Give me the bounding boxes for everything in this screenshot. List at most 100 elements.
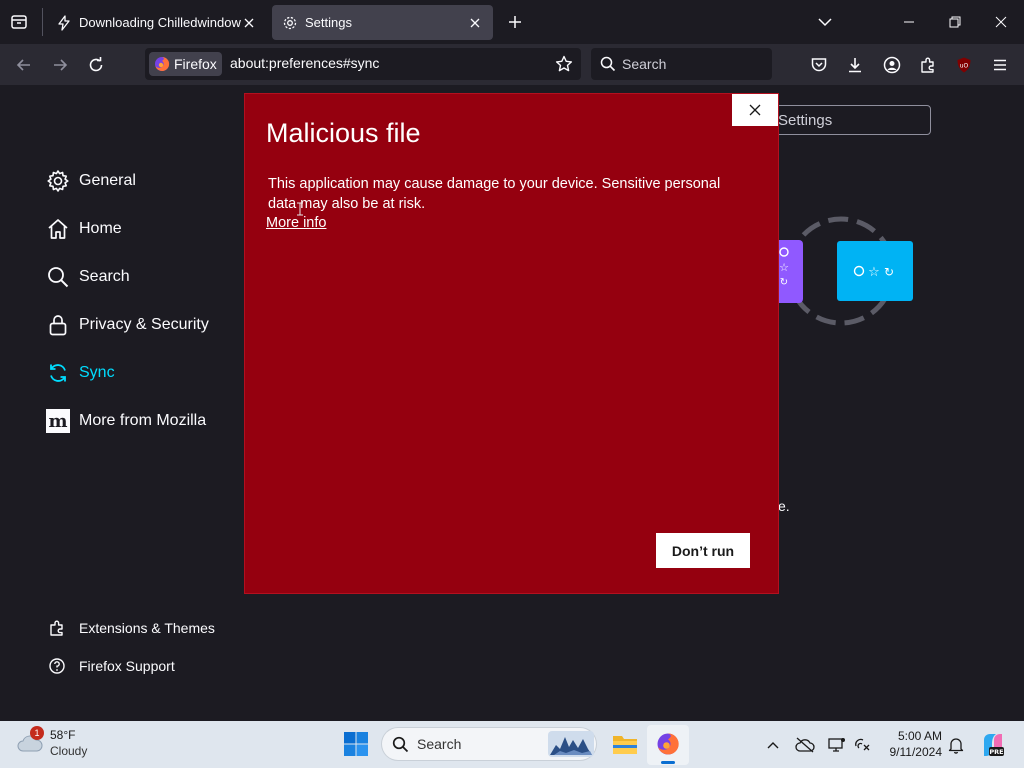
extensions-icon[interactable] — [915, 52, 941, 78]
forward-button[interactable] — [47, 52, 73, 78]
gear-icon — [282, 15, 298, 31]
tab-title: Downloading Chilledwindows.e — [79, 15, 241, 30]
identity-label: Firefox — [174, 56, 217, 72]
firefox-view-icon[interactable] — [8, 11, 32, 33]
svg-text:PRE: PRE — [989, 748, 1003, 756]
chevron-up-icon[interactable] — [763, 735, 783, 755]
copilot-icon[interactable]: PRE — [980, 732, 1006, 758]
tab-download[interactable]: Downloading Chilledwindows.e — [46, 5, 267, 40]
onedrive-offline-icon[interactable] — [795, 735, 815, 755]
find-placeholder: Settings — [778, 112, 833, 129]
search-bar[interactable]: Search — [591, 48, 772, 80]
firefox-taskbar-button[interactable] — [647, 725, 689, 765]
window-close-button[interactable] — [978, 0, 1024, 44]
svg-text:↻: ↻ — [884, 265, 894, 279]
malicious-file-dialog: Malicious file This application may caus… — [245, 94, 778, 593]
footer-link-label: Firefox Support — [79, 658, 175, 674]
restore-button[interactable] — [932, 0, 978, 44]
sync-illustration: ☆ ↻ ☆ ↻ — [775, 215, 915, 330]
svg-text:uO: uO — [960, 63, 969, 70]
search-icon — [392, 736, 409, 753]
footer-firefox-support[interactable]: Firefox Support — [47, 656, 175, 676]
weather-badge: 1 — [30, 726, 44, 740]
more-info-link[interactable]: More info — [266, 215, 326, 231]
search-icon — [600, 56, 616, 72]
firefox-logo-icon — [154, 56, 170, 72]
close-icon[interactable] — [467, 15, 483, 31]
display-icon[interactable] — [827, 735, 847, 755]
category-home[interactable]: Home — [45, 216, 122, 242]
footer-extensions-themes[interactable]: Extensions & Themes — [47, 618, 215, 638]
category-label: Search — [79, 268, 130, 285]
new-tab-icon[interactable] — [503, 11, 527, 33]
back-button[interactable] — [11, 52, 37, 78]
category-label: More from Mozilla — [79, 412, 207, 429]
windows-start-icon[interactable] — [343, 731, 369, 757]
category-label: Sync — [79, 364, 115, 381]
weather-widget[interactable]: 1 58°F Cloudy — [16, 726, 126, 763]
minimize-button[interactable] — [886, 0, 932, 44]
reload-button[interactable] — [83, 52, 109, 78]
category-sync[interactable]: Sync — [45, 360, 115, 386]
svg-text:☆: ☆ — [868, 264, 880, 279]
dont-run-button[interactable]: Don’t run — [656, 533, 750, 568]
firefox-logo-icon — [656, 732, 680, 756]
category-search[interactable]: Search — [45, 264, 130, 290]
home-icon — [45, 216, 71, 242]
footer-link-label: Extensions & Themes — [79, 620, 215, 636]
menu-icon[interactable] — [987, 52, 1013, 78]
svg-text:↻: ↻ — [780, 277, 788, 288]
dialog-message: This application may cause damage to you… — [268, 176, 721, 212]
taskbar-search-placeholder: Search — [417, 736, 462, 752]
search-icon — [45, 264, 71, 290]
ublock-origin-icon[interactable]: uO — [951, 52, 977, 78]
clock-time: 5:00 AM — [897, 729, 942, 743]
tab-title: Settings — [305, 15, 352, 30]
mozilla-icon: m — [45, 408, 71, 434]
weather-temp: 58°F — [50, 728, 76, 742]
navigation-toolbar: Firefox about:preferences#sync Search uO — [0, 44, 1024, 85]
svg-text:m: m — [48, 411, 67, 432]
lock-icon — [45, 312, 71, 338]
system-clock[interactable]: 5:00 AM 9/11/2024 — [880, 728, 943, 760]
list-all-tabs-icon[interactable] — [813, 11, 837, 33]
partial-text: e. — [778, 498, 790, 514]
category-privacy[interactable]: Privacy & Security — [45, 312, 209, 338]
category-label: Home — [79, 220, 122, 237]
help-icon — [47, 656, 67, 676]
clock-date: 9/11/2024 — [889, 745, 943, 759]
bookmark-star-icon[interactable] — [555, 55, 573, 73]
active-indicator — [661, 761, 675, 764]
identity-box[interactable]: Firefox — [149, 52, 222, 76]
tab-divider — [42, 8, 43, 36]
windows-taskbar: 1 58°F Cloudy Search 5:00 AM 9/11/2024 P… — [0, 721, 1024, 768]
text-cursor-icon — [296, 202, 304, 216]
puzzle-icon — [47, 618, 67, 638]
category-general[interactable]: General — [45, 168, 136, 194]
find-in-settings-input[interactable]: Settings — [768, 105, 931, 135]
category-label: General — [79, 172, 136, 189]
weather-condition: Cloudy — [50, 744, 88, 758]
svg-text:☆: ☆ — [779, 262, 789, 274]
network-volume-icon[interactable] — [853, 735, 873, 755]
tab-strip: Downloading Chilledwindows.e Settings — [0, 0, 1024, 44]
taskbar-search[interactable]: Search — [382, 728, 596, 760]
search-highlight-image — [548, 731, 594, 757]
file-explorer-icon[interactable] — [612, 732, 638, 756]
dialog-close-button[interactable] — [732, 94, 778, 126]
sync-icon — [45, 360, 71, 386]
dialog-title: Malicious file — [266, 118, 421, 148]
url-bar[interactable]: Firefox about:preferences#sync — [145, 48, 581, 80]
account-icon[interactable] — [879, 52, 905, 78]
category-label: Privacy & Security — [79, 316, 209, 333]
url-text[interactable]: about:preferences#sync — [230, 55, 379, 71]
notification-bell-icon[interactable] — [946, 735, 966, 755]
pocket-icon[interactable] — [806, 52, 832, 78]
downloads-icon[interactable] — [842, 52, 868, 78]
close-icon[interactable] — [241, 15, 257, 31]
tab-settings[interactable]: Settings — [272, 5, 493, 40]
category-more-from-mozilla[interactable]: m More from Mozilla — [45, 408, 206, 434]
gear-icon — [45, 168, 71, 194]
search-placeholder: Search — [622, 56, 667, 72]
bolt-icon — [56, 14, 72, 31]
